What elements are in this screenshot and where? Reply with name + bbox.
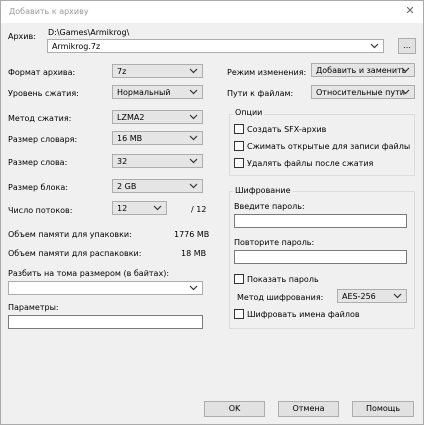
options-group-title: Опции <box>233 108 265 117</box>
archive-label: Архив: <box>8 32 36 41</box>
add-to-archive-dialog: Добавить к архиву ✕ Архив: D:\Games\Armi… <box>0 0 424 425</box>
chevron-down-icon <box>189 68 198 74</box>
level-select[interactable]: Нормальный <box>112 85 203 99</box>
delete-after-checkbox[interactable] <box>234 158 244 168</box>
show-password-label: Показать пароль <box>247 275 319 284</box>
title-bar: Добавить к архиву ✕ <box>1 1 423 23</box>
password-input[interactable] <box>234 214 407 228</box>
method-select[interactable]: LZMA2 <box>112 110 203 124</box>
method-value: LZMA2 <box>117 113 145 122</box>
update-mode-select[interactable]: Добавить и заменить <box>311 63 415 77</box>
update-mode-label: Режим изменения: <box>227 68 307 77</box>
shared-files-label: Сжимать открытые для записи файлы <box>247 142 411 151</box>
dict-select[interactable]: 16 MB <box>112 131 203 145</box>
delete-after-label: Удалять файлы после сжатия <box>247 159 374 168</box>
path-mode-select[interactable]: Относительные пути <box>311 85 415 99</box>
dict-value: 16 MB <box>117 134 143 143</box>
mem-unpack-label: Объем памяти для распаковки: <box>8 249 142 258</box>
help-button[interactable]: Помощь <box>352 401 414 417</box>
cancel-button[interactable]: Отмена <box>278 401 339 417</box>
chevron-down-icon <box>189 158 198 164</box>
chevron-down-icon <box>370 43 379 49</box>
block-label: Размер блока: <box>8 183 68 192</box>
chevron-down-icon <box>189 114 198 120</box>
password-label: Введите пароль: <box>234 202 305 211</box>
mem-unpack-value: 18 MB <box>181 249 207 258</box>
encrypt-names-checkbox[interactable] <box>234 309 244 319</box>
window-title: Добавить к архиву <box>9 7 89 16</box>
threads-value: 12 <box>117 204 128 213</box>
threads-select[interactable]: 12 <box>112 201 167 215</box>
chevron-down-icon <box>189 89 198 95</box>
encryption-group-title: Шифрование <box>233 186 293 195</box>
mem-pack-value: 1776 MB <box>174 230 210 239</box>
split-volumes-combo[interactable] <box>8 281 203 295</box>
archive-name-combo[interactable]: Armikrog.7z <box>47 39 384 53</box>
mem-pack-label: Объем памяти для упаковки: <box>8 230 132 239</box>
format-label: Формат архива: <box>8 68 76 77</box>
block-select[interactable]: 2 GB <box>112 179 203 193</box>
chevron-down-icon <box>189 183 198 189</box>
dict-label: Размер словаря: <box>8 135 78 144</box>
word-select[interactable]: 32 <box>112 154 203 168</box>
word-value: 32 <box>117 157 128 166</box>
split-label: Разбить на тома размером (в байтах): <box>8 269 170 278</box>
shared-files-checkbox[interactable] <box>234 141 244 151</box>
update-mode-value: Добавить и заменить <box>316 66 407 75</box>
encryption-method-value: AES-256 <box>342 292 376 301</box>
chevron-down-icon <box>401 67 410 73</box>
encryption-method-label: Метод шифрования: <box>237 293 324 302</box>
word-label: Размер слова: <box>8 158 68 167</box>
chevron-down-icon <box>393 293 402 299</box>
format-select[interactable]: 7z <box>112 64 203 78</box>
path-mode-label: Пути к файлам: <box>227 89 294 98</box>
chevron-down-icon <box>401 89 410 95</box>
browse-button[interactable]: ... <box>398 38 416 54</box>
sfx-label: Создать SFX-архив <box>247 125 327 134</box>
format-value: 7z <box>117 67 127 76</box>
password-repeat-label: Повторите пароль: <box>234 238 315 247</box>
chevron-down-icon <box>189 285 198 291</box>
level-value: Нормальный <box>117 88 171 97</box>
threads-label: Число потоков: <box>8 206 73 215</box>
encryption-method-select[interactable]: AES-256 <box>337 289 407 303</box>
archive-path: D:\Games\Armikrog\ <box>48 28 130 37</box>
archive-name-value: Armikrog.7z <box>52 42 101 51</box>
close-icon[interactable]: ✕ <box>403 4 417 18</box>
show-password-checkbox[interactable] <box>234 274 244 284</box>
level-label: Уровень сжатия: <box>8 89 79 98</box>
method-label: Метод сжатия: <box>8 114 72 123</box>
params-label: Параметры: <box>8 303 59 312</box>
chevron-down-icon <box>189 135 198 141</box>
chevron-down-icon <box>153 205 162 211</box>
sfx-checkbox[interactable] <box>234 124 244 134</box>
block-value: 2 GB <box>117 182 137 191</box>
encrypt-names-label: Шифровать имена файлов <box>247 310 360 319</box>
threads-max: / 12 <box>191 205 207 214</box>
ok-button[interactable]: OK <box>204 401 265 417</box>
password-repeat-input[interactable] <box>234 250 407 264</box>
params-input[interactable] <box>8 315 203 329</box>
path-mode-value: Относительные пути <box>316 88 405 97</box>
